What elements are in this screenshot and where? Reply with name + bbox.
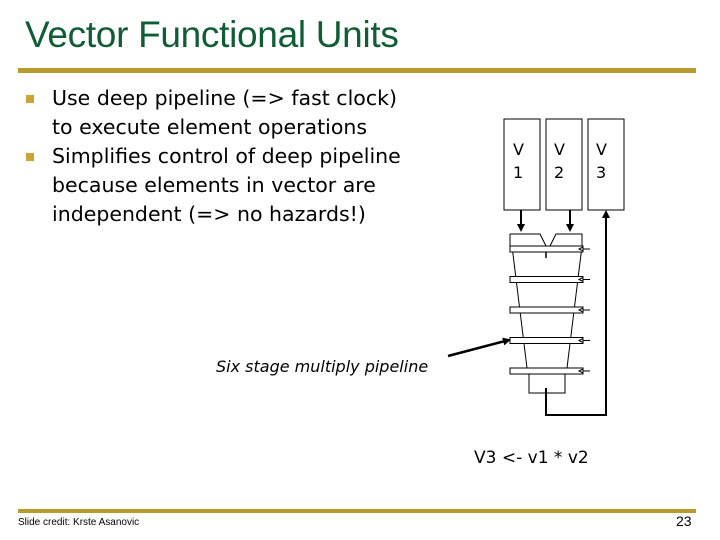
pipeline-latch <box>509 337 590 344</box>
pipeline-latch <box>509 306 590 314</box>
operation-equation: V3 <- v1 * v2 <box>474 448 589 468</box>
latch-register <box>509 245 584 253</box>
latch-register <box>509 276 584 283</box>
page-number: 23 <box>676 513 692 529</box>
register-v3-letter: V <box>596 140 607 159</box>
register-v2-number: 2 <box>554 163 564 182</box>
latch-register <box>509 337 584 344</box>
pipeline-latch <box>509 245 590 253</box>
register-v1-number: 1 <box>513 163 523 182</box>
pipeline-latches <box>509 245 590 375</box>
pipeline-caption: Six stage multiply pipeline <box>216 357 429 376</box>
register-v3: V 3 <box>587 118 625 211</box>
footer-divider <box>18 509 696 513</box>
register-v1-letter: V <box>513 140 524 159</box>
slide-credit: Slide credit: Krste Asanovic <box>18 517 140 528</box>
latch-register <box>509 367 584 375</box>
pipeline-latch <box>509 276 590 283</box>
pipeline-latch <box>509 367 590 375</box>
register-v1: V 1 <box>503 118 541 211</box>
pipeline-diagram: V 1 V 2 V 3 <box>447 118 625 416</box>
register-v2: V 2 <box>545 118 583 211</box>
latch-register <box>509 306 584 314</box>
caption-pointer-arrow <box>447 337 511 358</box>
register-v2-letter: V <box>554 140 565 159</box>
register-v3-number: 3 <box>596 163 606 182</box>
operand-input-funnel <box>509 233 583 247</box>
